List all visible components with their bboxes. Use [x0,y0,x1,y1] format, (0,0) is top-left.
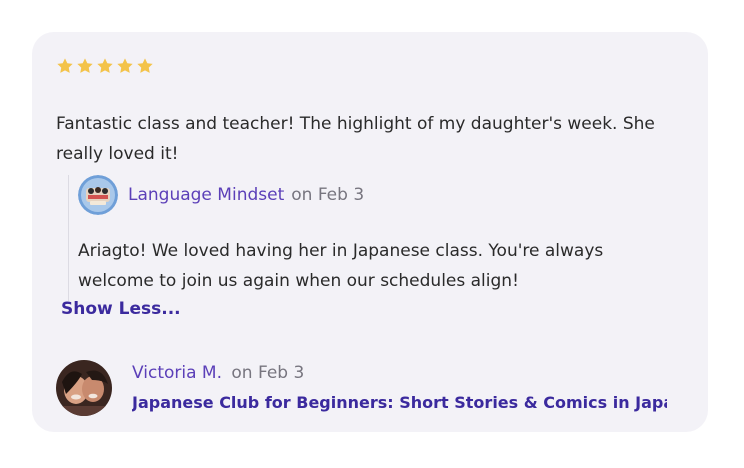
teacher-avatar[interactable] [78,175,118,215]
review-card: Fantastic class and teacher! The highlig… [32,32,708,432]
reviewer-name-link[interactable]: Victoria M. [132,363,222,383]
reviewer-avatar[interactable] [56,360,112,416]
reviewer-block: Victoria M. on Feb 3 Japanese Club for B… [56,360,672,416]
reply-text: Ariagto! We loved having her in Japanese… [78,241,604,291]
reviewer-line: Victoria M. on Feb 3 [132,360,672,386]
star-rating [56,57,154,77]
star-icon [96,57,114,77]
reply-header: Language Mindset on Feb 3 [78,175,364,215]
reply-date: on Feb 3 [291,185,365,205]
star-icon [76,57,94,77]
review-text: Fantastic class and teacher! The highlig… [56,114,655,164]
class-title-link[interactable]: Japanese Club for Beginners: Short Stori… [132,392,667,414]
star-icon [136,57,154,77]
star-icon [116,57,134,77]
teacher-name-link[interactable]: Language Mindset [128,185,284,205]
teacher-reply: Language Mindset on Feb 3 Ariagto! We lo… [68,175,669,301]
star-icon [56,57,74,77]
review-date: on Feb 3 [231,363,305,383]
show-less-button[interactable]: Show Less... [61,299,181,319]
reviewer-info: Victoria M. on Feb 3 Japanese Club for B… [132,360,672,414]
